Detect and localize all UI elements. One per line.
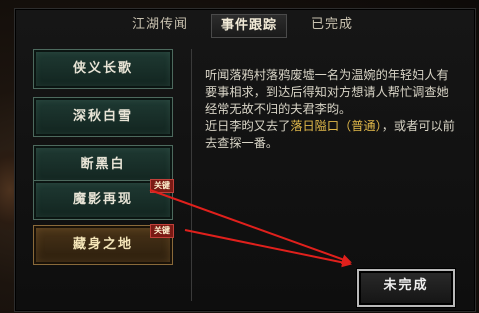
quest-item-5[interactable]: 藏身之地 关键 [33, 224, 174, 265]
quest-label: 断黑白 [80, 157, 126, 172]
quest-item-1[interactable]: 侠义长歌 [33, 49, 173, 89]
description-paragraph-2: 近日李昀又去了落日隘口（普通），或者可以前去查探一番。 [205, 118, 457, 152]
tab-rumors[interactable]: 江湖传闻 [125, 14, 195, 36]
divider [191, 49, 192, 301]
tab-bar: 江湖传闻 事件跟踪 已完成 [15, 9, 475, 39]
quest-description: 听闻落鸦村落鸦废墟一名为温婉的年轻妇人有要事相求，到达后得知对方想请人帮忙调查她… [205, 67, 457, 152]
tab-event-tracking[interactable]: 事件跟踪 [211, 14, 287, 38]
key-badge: 关键 [150, 179, 174, 193]
quest-label: 魔影再现 [72, 192, 133, 207]
quest-item-4[interactable]: 魔影再现 关键 [33, 179, 174, 220]
location-link[interactable]: 落日隘口（普通） [290, 119, 381, 133]
quest-panel: 江湖传闻 事件跟踪 已完成 侠义长歌 深秋白雪 断黑白 魔影再现 关键 藏身之地… [14, 8, 476, 312]
quest-label: 藏身之地 [72, 237, 133, 252]
description-prefix: 近日李昀又去了 [205, 119, 291, 133]
key-badge: 关键 [150, 224, 174, 238]
status-button[interactable]: 未完成 [357, 269, 455, 307]
quest-label: 深秋白雪 [72, 109, 133, 124]
quest-item-2[interactable]: 深秋白雪 [33, 97, 173, 137]
quest-label: 侠义长歌 [72, 61, 133, 76]
description-paragraph: 听闻落鸦村落鸦废墟一名为温婉的年轻妇人有要事相求，到达后得知对方想请人帮忙调查她… [205, 68, 449, 116]
tab-completed[interactable]: 已完成 [305, 14, 359, 36]
